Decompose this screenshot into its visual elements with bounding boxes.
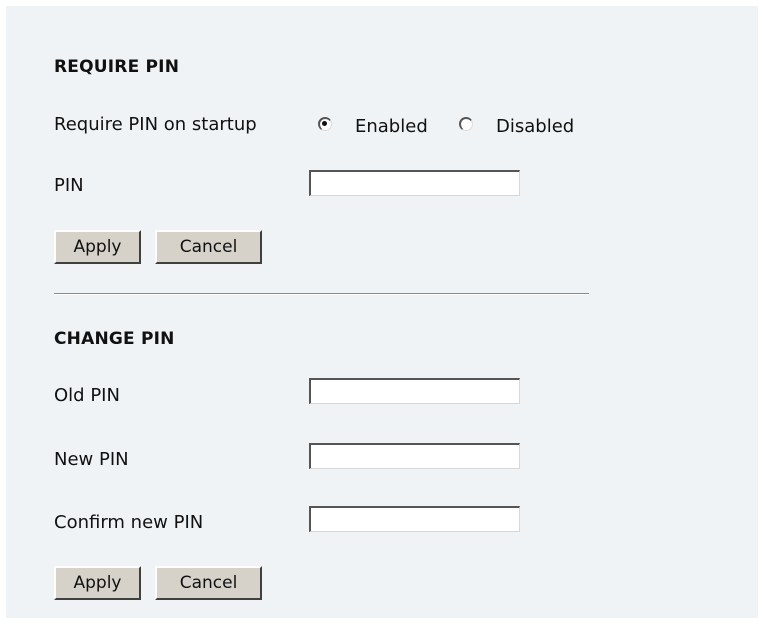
require-pin-cancel-button[interactable]: Cancel (155, 230, 262, 264)
enabled-radio[interactable] (318, 117, 332, 131)
radio-selected-dot (322, 121, 327, 126)
require-pin-heading: REQUIRE PIN (54, 57, 180, 77)
confirm-new-pin-input[interactable] (309, 506, 520, 532)
change-pin-heading: CHANGE PIN (54, 329, 175, 349)
section-divider (54, 293, 589, 295)
require-pin-apply-button[interactable]: Apply (54, 230, 141, 264)
pin-label: PIN (54, 175, 84, 196)
disabled-radio[interactable] (459, 117, 473, 131)
old-pin-label: Old PIN (54, 385, 120, 406)
old-pin-input[interactable] (309, 378, 520, 404)
require-pin-startup-label: Require PIN on startup (54, 114, 257, 135)
pin-input[interactable] (309, 170, 520, 196)
new-pin-label: New PIN (54, 449, 129, 470)
new-pin-input[interactable] (309, 443, 520, 469)
enabled-radio-label[interactable]: Enabled (355, 116, 428, 137)
confirm-new-pin-label: Confirm new PIN (54, 512, 204, 533)
change-pin-apply-button[interactable]: Apply (54, 566, 141, 600)
change-pin-cancel-button[interactable]: Cancel (155, 566, 262, 600)
disabled-radio-label[interactable]: Disabled (496, 116, 574, 137)
